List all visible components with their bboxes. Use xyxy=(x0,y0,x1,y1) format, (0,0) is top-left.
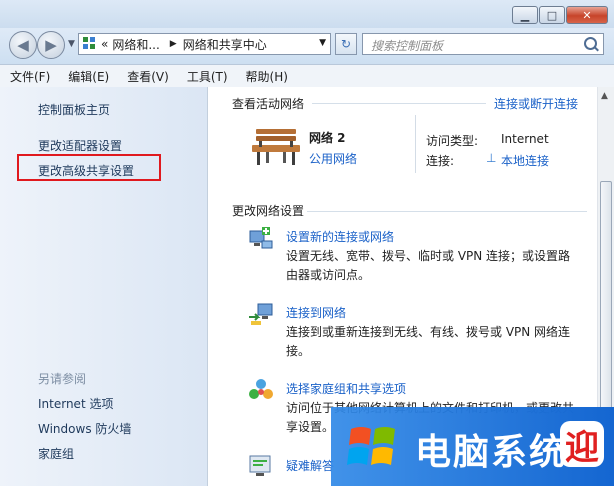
connections-label: 连接: xyxy=(426,154,455,168)
network-bench-icon xyxy=(252,129,300,165)
address-dropdown-icon[interactable]: ▼ xyxy=(319,38,326,48)
connect-to-network-desc: 连接到或重新连接到无线、有线、拨号或 VPN 网络连接。 xyxy=(286,325,571,358)
watermark-text: 电脑系统 xyxy=(415,431,568,473)
windows-firewall-link[interactable]: Windows 防火墙 xyxy=(38,420,131,437)
homegroup-sharing-link[interactable]: 选择家庭组和共享选项 xyxy=(286,380,406,397)
change-adapter-settings-link[interactable]: 更改适配器设置 xyxy=(38,137,122,154)
watermark-badge: 迎 xyxy=(560,421,604,468)
back-button[interactable]: ◀ xyxy=(9,31,37,59)
annotation-highlight-box xyxy=(17,154,161,181)
new-connection-icon xyxy=(249,227,273,249)
connect-network-icon xyxy=(249,303,273,325)
ethernet-connection-icon: ⊥ xyxy=(486,151,497,165)
menu-tools[interactable]: 工具(T) xyxy=(177,68,236,85)
vertical-divider xyxy=(415,115,416,173)
close-button[interactable]: ✕ xyxy=(566,6,608,24)
active-networks-title: 查看活动网络 xyxy=(232,97,305,111)
network-name: 网络 2 xyxy=(309,131,346,145)
maximize-button[interactable]: □ xyxy=(539,6,565,24)
search-input[interactable]: 搜索控制面板 xyxy=(371,37,443,54)
breadcrumb-network-sharing-center[interactable]: 网络和共享中心 xyxy=(183,36,267,53)
network-type-link[interactable]: 公用网络 xyxy=(309,150,357,167)
connect-to-network-link[interactable]: 连接到网络 xyxy=(286,304,346,321)
see-also-heading: 另请参阅 xyxy=(38,372,87,386)
scroll-up-icon[interactable]: ▲ xyxy=(601,91,608,101)
breadcrumb-overflow[interactable]: « xyxy=(101,37,108,51)
change-settings-title: 更改网络设置 xyxy=(232,204,305,218)
connect-disconnect-link[interactable]: 连接或断开连接 xyxy=(494,95,578,112)
search-box[interactable]: 搜索控制面板 xyxy=(362,33,604,55)
menu-help[interactable]: 帮助(H) xyxy=(236,68,296,85)
address-bar[interactable]: « 网络和... ▶ 网络和共享中心 ▼ xyxy=(78,33,331,55)
site-watermark: 电脑系统 迎 xyxy=(331,407,614,486)
menu-bar: 文件(F) 编辑(E) 查看(V) 工具(T) 帮助(H) xyxy=(0,64,614,88)
access-type-label: 访问类型: xyxy=(426,134,479,148)
search-icon[interactable] xyxy=(584,37,597,50)
menu-view[interactable]: 查看(V) xyxy=(117,68,177,85)
refresh-button[interactable]: ↻ xyxy=(335,33,357,55)
troubleshoot-link[interactable]: 疑难解答 xyxy=(286,457,334,474)
homegroup-icon xyxy=(249,379,273,399)
setup-new-connection-link[interactable]: 设置新的连接或网络 xyxy=(286,228,394,245)
task-pane: 控制面板主页 更改适配器设置 更改高级共享设置 另请参阅 Internet 选项… xyxy=(0,87,208,486)
homegroup-link[interactable]: 家庭组 xyxy=(38,445,74,462)
breadcrumb-separator-icon[interactable]: ▶ xyxy=(170,39,177,49)
network-location-icon xyxy=(83,37,97,51)
forward-button[interactable]: ▶ xyxy=(37,31,65,59)
scroll-thumb[interactable] xyxy=(600,181,612,411)
troubleshoot-icon xyxy=(249,455,271,476)
menu-edit[interactable]: 编辑(E) xyxy=(58,68,117,85)
minimize-button[interactable]: ▁ xyxy=(512,6,538,24)
menu-file[interactable]: 文件(F) xyxy=(0,68,58,85)
breadcrumb-network-internet[interactable]: 网络和... xyxy=(112,36,159,53)
recent-pages-dropdown-icon[interactable]: ▼ xyxy=(68,39,75,49)
internet-options-link[interactable]: Internet 选项 xyxy=(38,395,113,412)
setup-new-connection-desc: 设置无线、宽带、拨号、临时或 VPN 连接；或设置路由器或访问点。 xyxy=(286,249,571,282)
windows-logo-icon xyxy=(347,427,395,465)
local-connection-link[interactable]: 本地连接 xyxy=(501,152,549,169)
control-panel-home-link[interactable]: 控制面板主页 xyxy=(38,101,110,118)
access-type-value: Internet xyxy=(501,132,549,146)
section-divider xyxy=(307,211,587,212)
section-divider xyxy=(312,103,486,104)
window-controls: ▁ □ ✕ xyxy=(511,6,608,24)
navigation-bar: ◀ ▶ ▼ « 网络和... ▶ 网络和共享中心 ▼ ↻ 搜索控制面板 xyxy=(0,28,614,64)
